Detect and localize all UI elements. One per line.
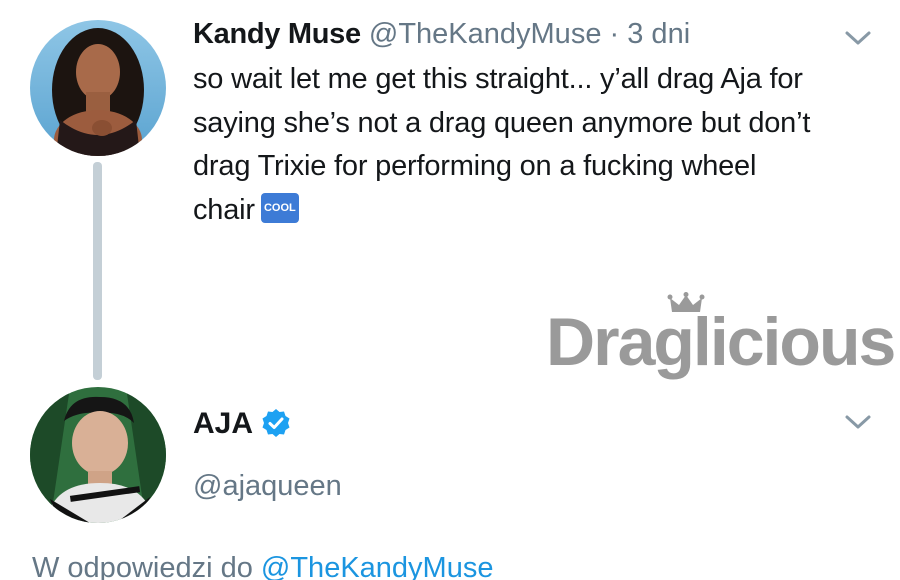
avatar-aja[interactable]: [30, 387, 166, 523]
tweet-text-line: drag Trixie for performing on a fucking …: [193, 150, 757, 182]
reply-author-handle[interactable]: @ajaqueen: [193, 466, 342, 506]
tweet-timestamp[interactable]: 3 dni: [627, 18, 690, 50]
tweet-text-line: saying she’s not a drag queen anymore bu…: [193, 106, 811, 139]
replying-to-label: W odpowiedzi do: [32, 552, 253, 580]
replying-to-line: W odpowiedzi do @TheKandyMuse: [32, 548, 493, 580]
verified-badge-icon: [262, 408, 290, 437]
author-display-name[interactable]: Kandy Muse: [193, 18, 361, 50]
reply-author-name: AJA: [193, 404, 291, 444]
tweet-header: Kandy Muse @TheKandyMuse · 3 dni: [193, 14, 690, 54]
watermark-logo: Draglicious: [546, 290, 896, 390]
replying-to-link[interactable]: @TheKandyMuse: [261, 552, 494, 580]
header-separator: ·: [609, 18, 620, 50]
avatar-kandy-muse[interactable]: [30, 20, 166, 156]
cool-emoji-icon: COOL: [260, 192, 299, 223]
chevron-down-icon[interactable]: [844, 28, 872, 48]
tweet-thread: Kandy Muse @TheKandyMuse · 3 dni so wait…: [0, 0, 900, 580]
thread-connector-line: [93, 162, 102, 380]
author-handle[interactable]: @TheKandyMuse: [369, 18, 602, 50]
tweet-text-line: chair COOL: [193, 189, 883, 233]
chevron-down-icon[interactable]: [844, 412, 872, 432]
watermark-text: Draglicious: [546, 304, 896, 380]
tweet-text-line: so wait let me get this straight... y’al…: [193, 63, 803, 95]
reply-author-display-name[interactable]: AJA: [193, 407, 253, 440]
tweet-text-last-word: chair: [193, 193, 255, 226]
tweet-text: so wait let me get this straight... y’al…: [193, 58, 883, 232]
